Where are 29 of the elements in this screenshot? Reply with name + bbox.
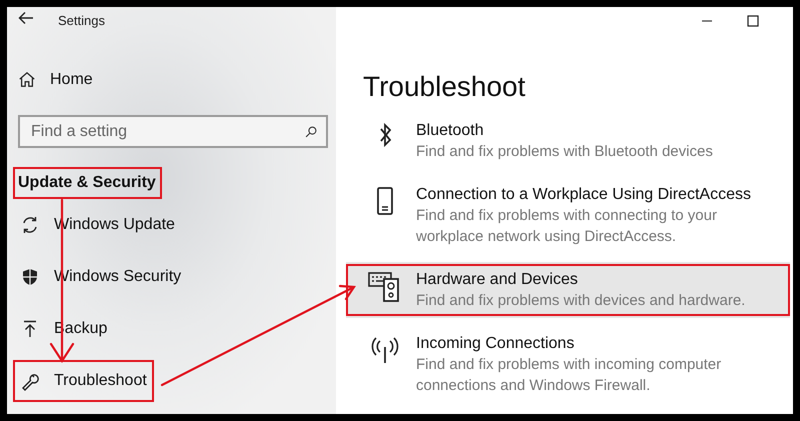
home-label: Home <box>50 71 93 89</box>
troubleshoot-item[interactable]: Bluetooth Find and fix problems with Bluetooth devices <box>346 113 790 169</box>
wrench-icon <box>20 371 40 391</box>
item-title: Incoming Connections <box>416 334 576 354</box>
item-description: Find and fix problems with Bluetooth devices <box>416 142 714 162</box>
item-description: Find and fix problems with incoming computer connections and Windows Firewall. <box>416 355 722 396</box>
back-arrow-icon <box>18 11 34 25</box>
item-title: Bluetooth <box>416 121 485 141</box>
troubleshoot-item[interactable]: Hardware and Devices Find and fix problems with devices and hardware. <box>346 262 790 318</box>
window-title: Settings <box>58 13 105 28</box>
troubleshoot-item[interactable]: Incoming Connections Find and fix problems with incoming computer connections and Windows Firewall. <box>346 326 790 403</box>
search-field[interactable]: Find a setting <box>18 115 328 148</box>
search-icon <box>304 125 318 139</box>
page-title: Troubleshoot <box>363 70 526 104</box>
maximize-icon <box>747 14 759 26</box>
home-link[interactable]: Home <box>7 65 93 95</box>
item-description: Find and fix problems with devices and hardware. <box>416 291 746 311</box>
item-title: Hardware and Devices <box>416 270 579 290</box>
nav-item[interactable]: Troubleshoot <box>13 360 154 402</box>
antenna-icon <box>370 335 400 365</box>
item-description: Find and fix problems with connecting to your workplace network using DirectAccess. <box>416 206 718 247</box>
shield-icon <box>20 267 40 287</box>
troubleshoot-item[interactable]: Connection to a Workplace Using DirectAccess Find and fix problems with connecting to your workplace network using DirectAccess. <box>346 177 790 254</box>
section-heading: Update & Security <box>13 167 162 199</box>
phone-icon <box>375 186 395 216</box>
home-icon <box>18 71 36 89</box>
item-title: Connection to a Workplace Using DirectAccess <box>416 185 752 205</box>
nav-label: Troubleshoot <box>54 372 147 390</box>
hardware-icon <box>368 271 402 303</box>
